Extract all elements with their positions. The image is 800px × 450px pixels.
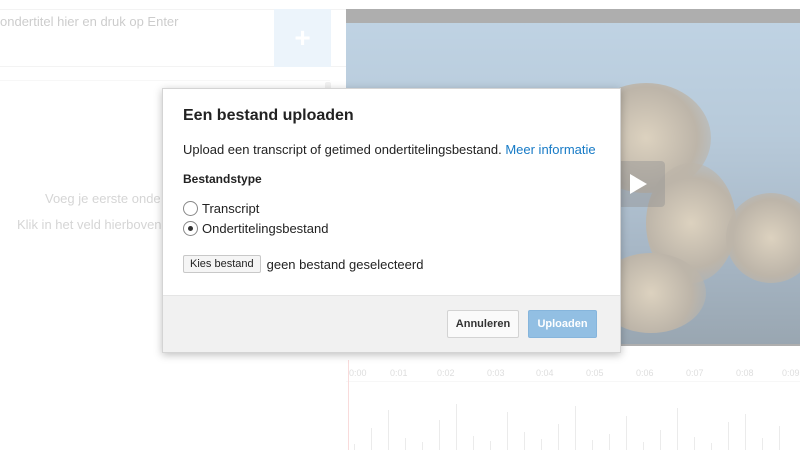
- file-type-label: Bestandstype: [183, 172, 262, 186]
- radio-option-subtitle-file[interactable]: Ondertitelingsbestand: [183, 219, 328, 237]
- radio-label-subtitle-file: Ondertitelingsbestand: [202, 220, 329, 236]
- more-info-link[interactable]: Meer informatie: [505, 142, 595, 157]
- choose-file-button[interactable]: Kies bestand: [183, 255, 261, 273]
- radio-button-subtitle-file[interactable]: [183, 220, 198, 236]
- dialog-footer: Annuleren Uploaden: [163, 295, 620, 352]
- radio-button-transcript[interactable]: [183, 200, 198, 216]
- radio-option-transcript[interactable]: Transcript: [183, 199, 259, 217]
- file-chooser: Kies bestand geen bestand geselecteerd: [183, 255, 423, 273]
- no-file-selected-text: geen bestand geselecteerd: [266, 256, 424, 272]
- upload-dialog: Een bestand uploaden Upload een transcri…: [162, 88, 621, 353]
- dialog-description: Upload een transcript of getimed onderti…: [183, 142, 596, 157]
- cancel-button[interactable]: Annuleren: [447, 310, 519, 338]
- dialog-title: Een bestand uploaden: [183, 107, 354, 124]
- upload-button[interactable]: Uploaden: [528, 310, 597, 338]
- radio-label-transcript: Transcript: [202, 200, 260, 216]
- dialog-description-text: Upload een transcript of getimed onderti…: [183, 142, 502, 157]
